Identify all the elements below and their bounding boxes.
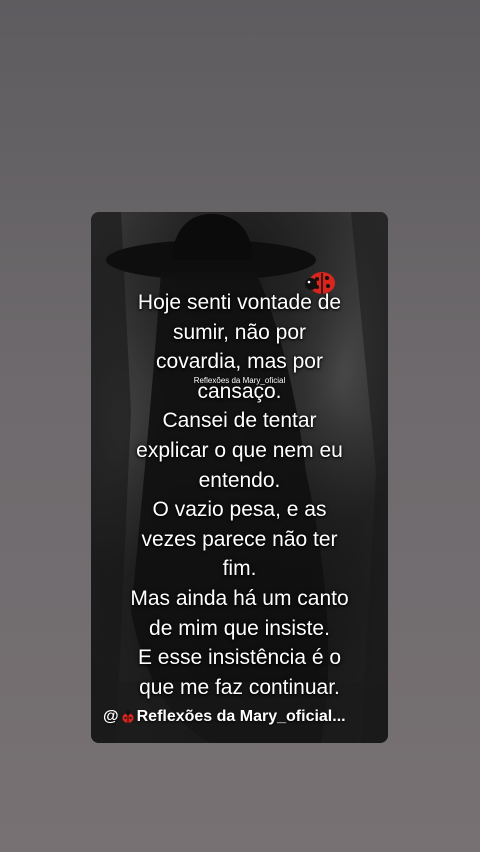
post-image-card: Hoje senti vontade de sumir, não por cov…: [91, 212, 388, 743]
quote-line: que me faz continuar.: [139, 675, 340, 699]
quote-line: E esse insistência é o: [137, 646, 342, 670]
quote-line: O vazio pesa, e as: [152, 498, 327, 522]
quote-line: fim.: [222, 557, 257, 581]
at-symbol: @: [103, 708, 119, 725]
quote-line: Mas ainda há um canto: [130, 586, 349, 610]
quote-text: Hoje senti vontade de sumir, não por cov…: [91, 288, 388, 702]
quote-line: covardia, mas por: [156, 350, 323, 374]
author-name: Reflexões da Mary_oficial...: [136, 708, 346, 725]
quote-line: sumir, não por: [172, 320, 307, 344]
quote-line: Cansei de tentar: [162, 409, 317, 433]
quote-line: de mim que insiste.: [149, 616, 330, 640]
quote-line: entendo.: [198, 468, 281, 492]
quote-line: vezes parece não ter: [141, 527, 338, 551]
quote-line: explicar o que nem eu: [136, 438, 343, 462]
ladybug-icon: [122, 710, 134, 723]
quote-line: Hoje senti vontade de: [137, 291, 342, 314]
author-credit: @ Reflexões da Mary_oficial...: [103, 708, 385, 726]
watermark-text: Reflexões da Mary_oficial: [193, 376, 286, 385]
